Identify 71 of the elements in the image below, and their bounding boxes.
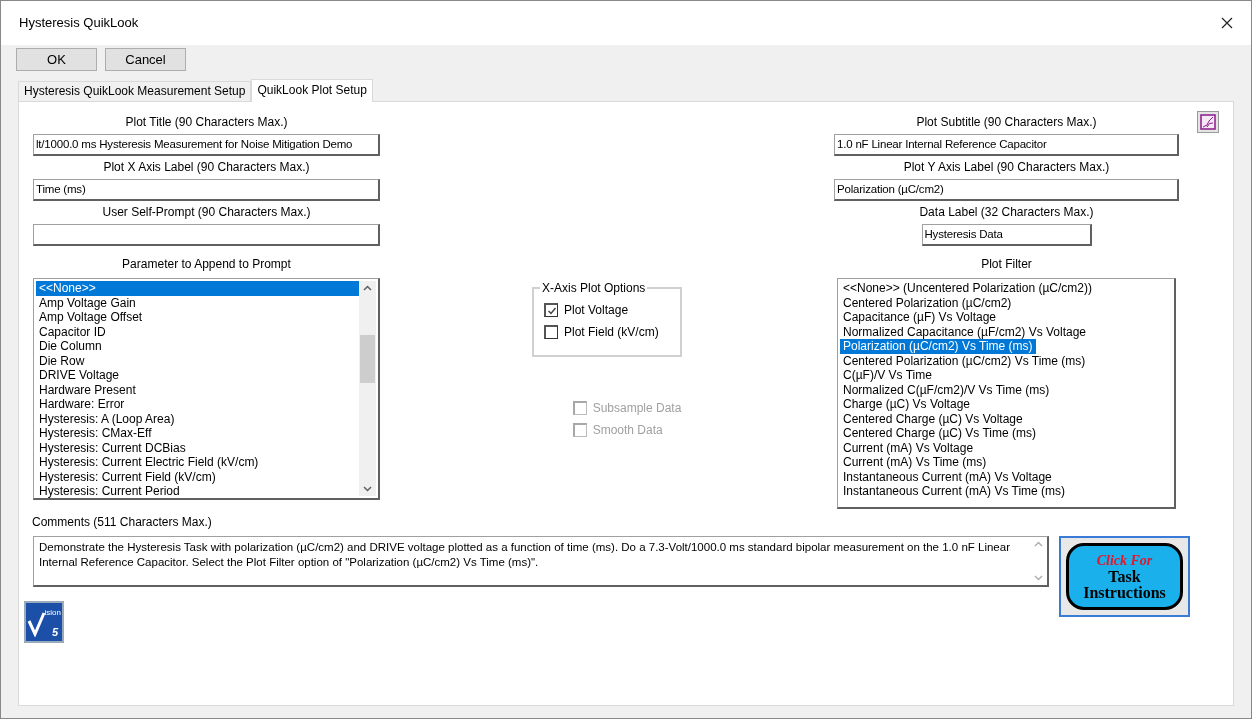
list-item[interactable]: Instantaneous Current (mA) Vs Voltage: [840, 469, 1055, 484]
list-item[interactable]: Hysteresis: Current Electric Field (kV/cm): [36, 455, 262, 470]
field-label: User Self-Prompt (90 Characters Max.): [102, 204, 311, 221]
list-item[interactable]: Hysteresis: CMax-Eff: [36, 426, 155, 441]
list-item[interactable]: <<None>> (Uncentered Polarization (µC/cm2)): [840, 281, 1096, 296]
list-item[interactable]: Die Row: [36, 353, 88, 368]
window-title: Hysteresis QuikLook: [19, 14, 139, 33]
list-item[interactable]: Hysteresis: Current DCBias: [36, 440, 189, 455]
tab[interactable]: Hysteresis QuikLook Measurement Setup: [18, 81, 252, 101]
close-icon[interactable]: [1221, 17, 1233, 29]
scroll-thumb[interactable]: [360, 334, 375, 383]
comments-label: Comments (511 Characters Max.): [32, 514, 213, 530]
list-item[interactable]: Hardware: Error: [36, 397, 128, 412]
list-item[interactable]: C(µF)/V Vs Time: [840, 368, 935, 383]
logo-text: ision: [44, 609, 61, 617]
checkbox-label: Subsample Data: [592, 400, 682, 417]
group-title: X-Axis Plot Options: [540, 281, 648, 295]
checkbox-label: Smooth Data: [592, 422, 663, 439]
list-item[interactable]: Hysteresis: Current Period: [36, 484, 183, 499]
list-item[interactable]: Hysteresis: A (Loop Area): [36, 411, 178, 426]
list-item[interactable]: Hardware Present: [36, 382, 139, 397]
list-item[interactable]: Capacitance (µF) Vs Voltage: [840, 310, 999, 325]
list-item[interactable]: Polarization (µC/cm2) Vs Time (ms): [840, 339, 1036, 354]
logo-digit: 5: [51, 627, 58, 638]
list-item[interactable]: Instantaneous Current (mA) Vs Time (ms): [840, 484, 1069, 499]
dialog-button[interactable]: OK: [16, 48, 97, 71]
list-item[interactable]: Capacitor ID: [36, 324, 109, 339]
text-field[interactable]: Polarization (µC/cm2): [834, 179, 1179, 201]
tab[interactable]: QuikLook Plot Setup: [251, 79, 373, 102]
checkbox[interactable]: [544, 325, 558, 339]
list-item[interactable]: Current (mA) Vs Time (ms): [840, 455, 990, 470]
checkbox[interactable]: [544, 303, 558, 317]
scroll-up-icon[interactable]: [363, 285, 372, 291]
button-caption: Instructions: [1083, 584, 1166, 601]
dialog-button[interactable]: Cancel: [105, 48, 186, 71]
text-field[interactable]: Hysteresis Data: [921, 224, 1092, 246]
scroll-down-icon[interactable]: [363, 486, 372, 492]
field-label: Plot Subtitle (90 Characters Max.): [916, 114, 1097, 131]
field-label: Plot X Axis Label (90 Characters Max.): [103, 159, 310, 176]
list-label: Parameter to Append to Prompt: [122, 256, 291, 273]
checkbox-label: Plot Voltage: [564, 302, 629, 319]
text-field[interactable]: [33, 224, 380, 246]
text-field[interactable]: Time (ms): [33, 179, 380, 201]
text-field[interactable]: lt/1000.0 ms Hysteresis Measurement for Noise Mitigation Demo: [33, 134, 380, 156]
list-item[interactable]: Centered Polarization (µC/cm2): [840, 295, 1015, 310]
task-instructions-button[interactable]: Click For Task Instructions: [1059, 536, 1190, 617]
text-field[interactable]: 1.0 nF Linear Internal Reference Capacitor: [834, 134, 1179, 156]
logo-button[interactable]: ision 5: [24, 601, 64, 643]
list-item[interactable]: Hysteresis: Current Field (kV/cm): [36, 469, 219, 484]
chart-button[interactable]: [1197, 111, 1219, 133]
button-caption: Click For: [1096, 552, 1153, 569]
checkbox-label: Plot Field (kV/cm): [564, 324, 659, 341]
list-item[interactable]: Centered Charge (µC) Vs Voltage: [840, 411, 1026, 426]
list-item[interactable]: Normalized Capacitance (µF/cm2) Vs Voltage: [840, 324, 1089, 339]
field-label: Plot Y Axis Label (90 Characters Max.): [903, 159, 1110, 176]
list-label: Plot Filter: [981, 256, 1032, 273]
list-item[interactable]: Current (mA) Vs Voltage: [840, 440, 977, 455]
list-item[interactable]: Amp Voltage Offset: [36, 310, 146, 325]
list-item[interactable]: Normalized C(µF/cm2)/V Vs Time (ms): [840, 382, 1053, 397]
field-label: Data Label (32 Characters Max.): [919, 204, 1094, 221]
field-label: Plot Title (90 Characters Max.): [125, 114, 288, 131]
list-item[interactable]: Centered Polarization (µC/cm2) Vs Time (ms): [840, 353, 1089, 368]
list-item[interactable]: Die Column: [36, 339, 105, 354]
list-item[interactable]: Amp Voltage Gain: [36, 295, 139, 310]
button-caption: Task: [1108, 568, 1141, 585]
list-item[interactable]: Centered Charge (µC) Vs Time (ms): [840, 426, 1039, 441]
list-item[interactable]: <<None>>: [36, 281, 359, 296]
scrollbar[interactable]: [359, 281, 376, 496]
graph-icon: [1200, 114, 1216, 130]
list-item[interactable]: DRIVE Voltage: [36, 368, 123, 383]
list-item[interactable]: Charge (µC) Vs Voltage: [840, 397, 973, 412]
